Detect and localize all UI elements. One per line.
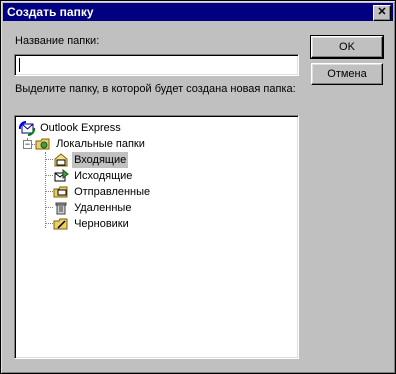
cancel-button[interactable]: Отмена — [311, 63, 383, 85]
tree-item-deleted[interactable]: Удаленные — [53, 200, 133, 216]
tree-line — [45, 152, 46, 228]
create-folder-dialog: Создать папку ✕ Название папки: Выделите… — [0, 0, 396, 374]
local-folders-icon — [35, 136, 51, 152]
close-button[interactable]: ✕ — [373, 5, 391, 21]
folder-name-input[interactable] — [14, 54, 299, 76]
instruction-label: Выделите папку, в которой будет создана … — [15, 83, 296, 95]
folder-name-label-text: Название папки: — [15, 35, 100, 47]
tree-item-inbox[interactable]: Входящие — [53, 152, 129, 168]
tree-line — [45, 175, 53, 176]
tree-item-label: Отправленные — [74, 186, 151, 198]
tree-item-label: Исходящие — [74, 170, 133, 182]
tree-item-label: Outlook Express — [40, 122, 121, 134]
tree-line — [45, 207, 53, 208]
tree-item-outbox[interactable]: Исходящие — [53, 168, 134, 184]
tree-item-outlook-express[interactable]: Outlook Express — [18, 120, 123, 137]
tree-item-label: Удаленные — [74, 202, 132, 214]
tree-item-sent[interactable]: Отправленные — [53, 184, 152, 200]
outlook-express-icon — [18, 120, 36, 137]
outbox-icon — [53, 168, 69, 184]
tree-line — [45, 191, 53, 192]
folder-name-label: Название папки: — [15, 35, 99, 47]
text-cursor — [19, 58, 20, 72]
tree-item-drafts[interactable]: Черновики — [53, 216, 131, 232]
inbox-icon — [53, 152, 69, 168]
title-bar[interactable]: Создать папку ✕ — [3, 3, 393, 21]
dialog-title: Создать папку — [7, 5, 94, 19]
trash-icon — [53, 200, 69, 216]
drafts-icon — [53, 216, 69, 232]
collapse-toggle[interactable]: − — [23, 140, 32, 149]
tree-item-label: Локальные папки — [56, 138, 145, 150]
close-icon: ✕ — [377, 6, 387, 18]
ok-button[interactable]: OK — [310, 35, 384, 59]
tree-line — [45, 159, 53, 160]
tree-item-label: Входящие — [72, 152, 129, 168]
tree-item-local-folders[interactable]: Локальные папки — [35, 136, 147, 152]
sent-items-icon — [53, 184, 69, 200]
tree-line — [45, 223, 53, 224]
folder-tree[interactable]: − Outlook Express Локальные папки Входящ… — [14, 115, 299, 359]
tree-item-label: Черновики — [74, 218, 129, 230]
